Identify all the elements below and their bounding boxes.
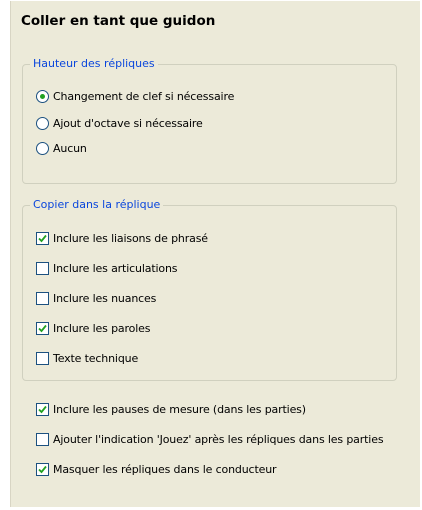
radio-clef-change-label: Changement de clef si nécessaire xyxy=(53,89,235,103)
radio-octave-add-label: Ajout d'octave si nécessaire xyxy=(53,116,203,130)
checkbox-articulations-label: Inclure les articulations xyxy=(53,261,178,275)
radio-none[interactable]: Aucun xyxy=(36,140,87,156)
checkbox-technique-text-label: Texte technique xyxy=(53,351,139,365)
checkbox-phrase-slurs[interactable]: Inclure les liaisons de phrasé xyxy=(36,230,208,246)
radio-none-label: Aucun xyxy=(53,141,87,155)
checkbox-articulations[interactable]: Inclure les articulations xyxy=(36,260,178,276)
radio-octave-add[interactable]: Ajout d'octave si nécessaire xyxy=(36,115,203,131)
checkbox[interactable] xyxy=(36,402,49,416)
checkbox[interactable] xyxy=(36,321,49,335)
checkbox[interactable] xyxy=(36,291,49,305)
radio-button[interactable] xyxy=(36,141,49,155)
checkbox[interactable] xyxy=(36,351,49,365)
checkbox-dynamics-label: Inclure les nuances xyxy=(53,291,157,305)
checkmark-icon xyxy=(38,234,47,242)
pitch-group: Hauteur des répliques Changement de clef… xyxy=(22,57,397,184)
checkbox[interactable] xyxy=(36,261,49,275)
checkbox-play-indication-label: Ajouter l'indication 'Jouez' après les r… xyxy=(53,432,384,446)
checkbox-phrase-slurs-label: Inclure les liaisons de phrasé xyxy=(53,231,208,245)
checkbox-hide-in-score-label: Masquer les répliques dans le conducteur xyxy=(53,462,277,476)
radio-button[interactable] xyxy=(36,89,49,103)
checkbox-multirests-label: Inclure les pauses de mesure (dans les p… xyxy=(53,402,306,416)
copy-group: Copier dans la réplique Inclure les liai… xyxy=(22,198,397,381)
checkbox-play-indication[interactable]: Ajouter l'indication 'Jouez' après les r… xyxy=(36,431,384,447)
dialog-panel: Coller en tant que guidon Hauteur des ré… xyxy=(10,1,420,507)
checkbox-hide-in-score[interactable]: Masquer les répliques dans le conducteur xyxy=(36,461,277,477)
checkbox[interactable] xyxy=(36,231,49,245)
checkmark-icon xyxy=(38,405,47,413)
checkmark-icon xyxy=(38,324,47,332)
checkbox-dynamics[interactable]: Inclure les nuances xyxy=(36,290,156,306)
dialog-title: Coller en tant que guidon xyxy=(21,13,216,29)
checkbox-technique-text[interactable]: Texte technique xyxy=(36,350,138,366)
checkbox-multirests[interactable]: Inclure les pauses de mesure (dans les p… xyxy=(36,401,306,417)
radio-button[interactable] xyxy=(36,116,49,130)
checkbox-lyrics[interactable]: Inclure les paroles xyxy=(36,320,150,336)
checkbox[interactable] xyxy=(36,462,49,476)
checkbox[interactable] xyxy=(36,432,49,446)
pitch-group-legend: Hauteur des répliques xyxy=(30,57,158,71)
copy-group-legend: Copier dans la réplique xyxy=(30,198,164,212)
radio-clef-change[interactable]: Changement de clef si nécessaire xyxy=(36,88,234,104)
checkbox-lyrics-label: Inclure les paroles xyxy=(53,321,151,335)
checkmark-icon xyxy=(38,465,47,473)
